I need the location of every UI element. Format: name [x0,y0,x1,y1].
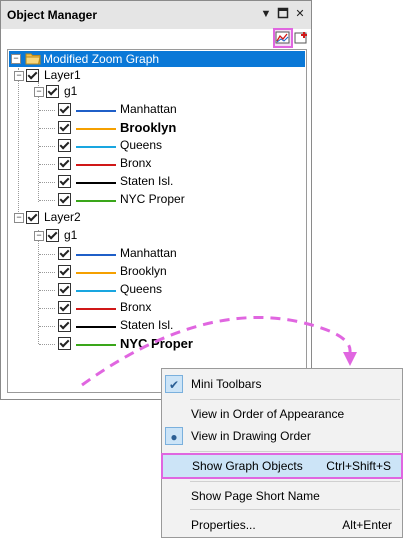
menu-item-label: View in Drawing Order [191,429,311,443]
menu-item-mini-toolbars[interactable]: ✔ Mini Toolbars [162,373,402,395]
menu-item-shortcut: Alt+Enter [342,518,392,532]
menu-separator [190,481,400,482]
menu-item-page-short-name[interactable]: Show Page Short Name [162,485,402,507]
menu-separator [190,509,400,510]
menu-item-label: View in Order of Appearance [191,407,345,421]
menu-item-label: Properties... [191,518,256,532]
check-icon: ✔ [165,375,183,393]
menu-item-properties[interactable]: Properties... Alt+Enter [162,514,402,536]
menu-item-label: Show Page Short Name [191,489,320,503]
menu-item-drawing-order[interactable]: ● View in Drawing Order [162,425,402,447]
context-menu: ✔ Mini Toolbars View in Order of Appeara… [161,368,403,538]
radio-dot-icon: ● [165,427,183,445]
menu-item-order-of-appearance[interactable]: View in Order of Appearance [162,403,402,425]
menu-item-label: Show Graph Objects [192,459,303,473]
menu-item-show-graph-objects[interactable]: Show Graph Objects Ctrl+Shift+S [161,453,403,479]
menu-separator [190,451,400,452]
menu-item-label: Mini Toolbars [191,377,262,391]
menu-item-shortcut: Ctrl+Shift+S [326,459,391,473]
menu-separator [190,399,400,400]
